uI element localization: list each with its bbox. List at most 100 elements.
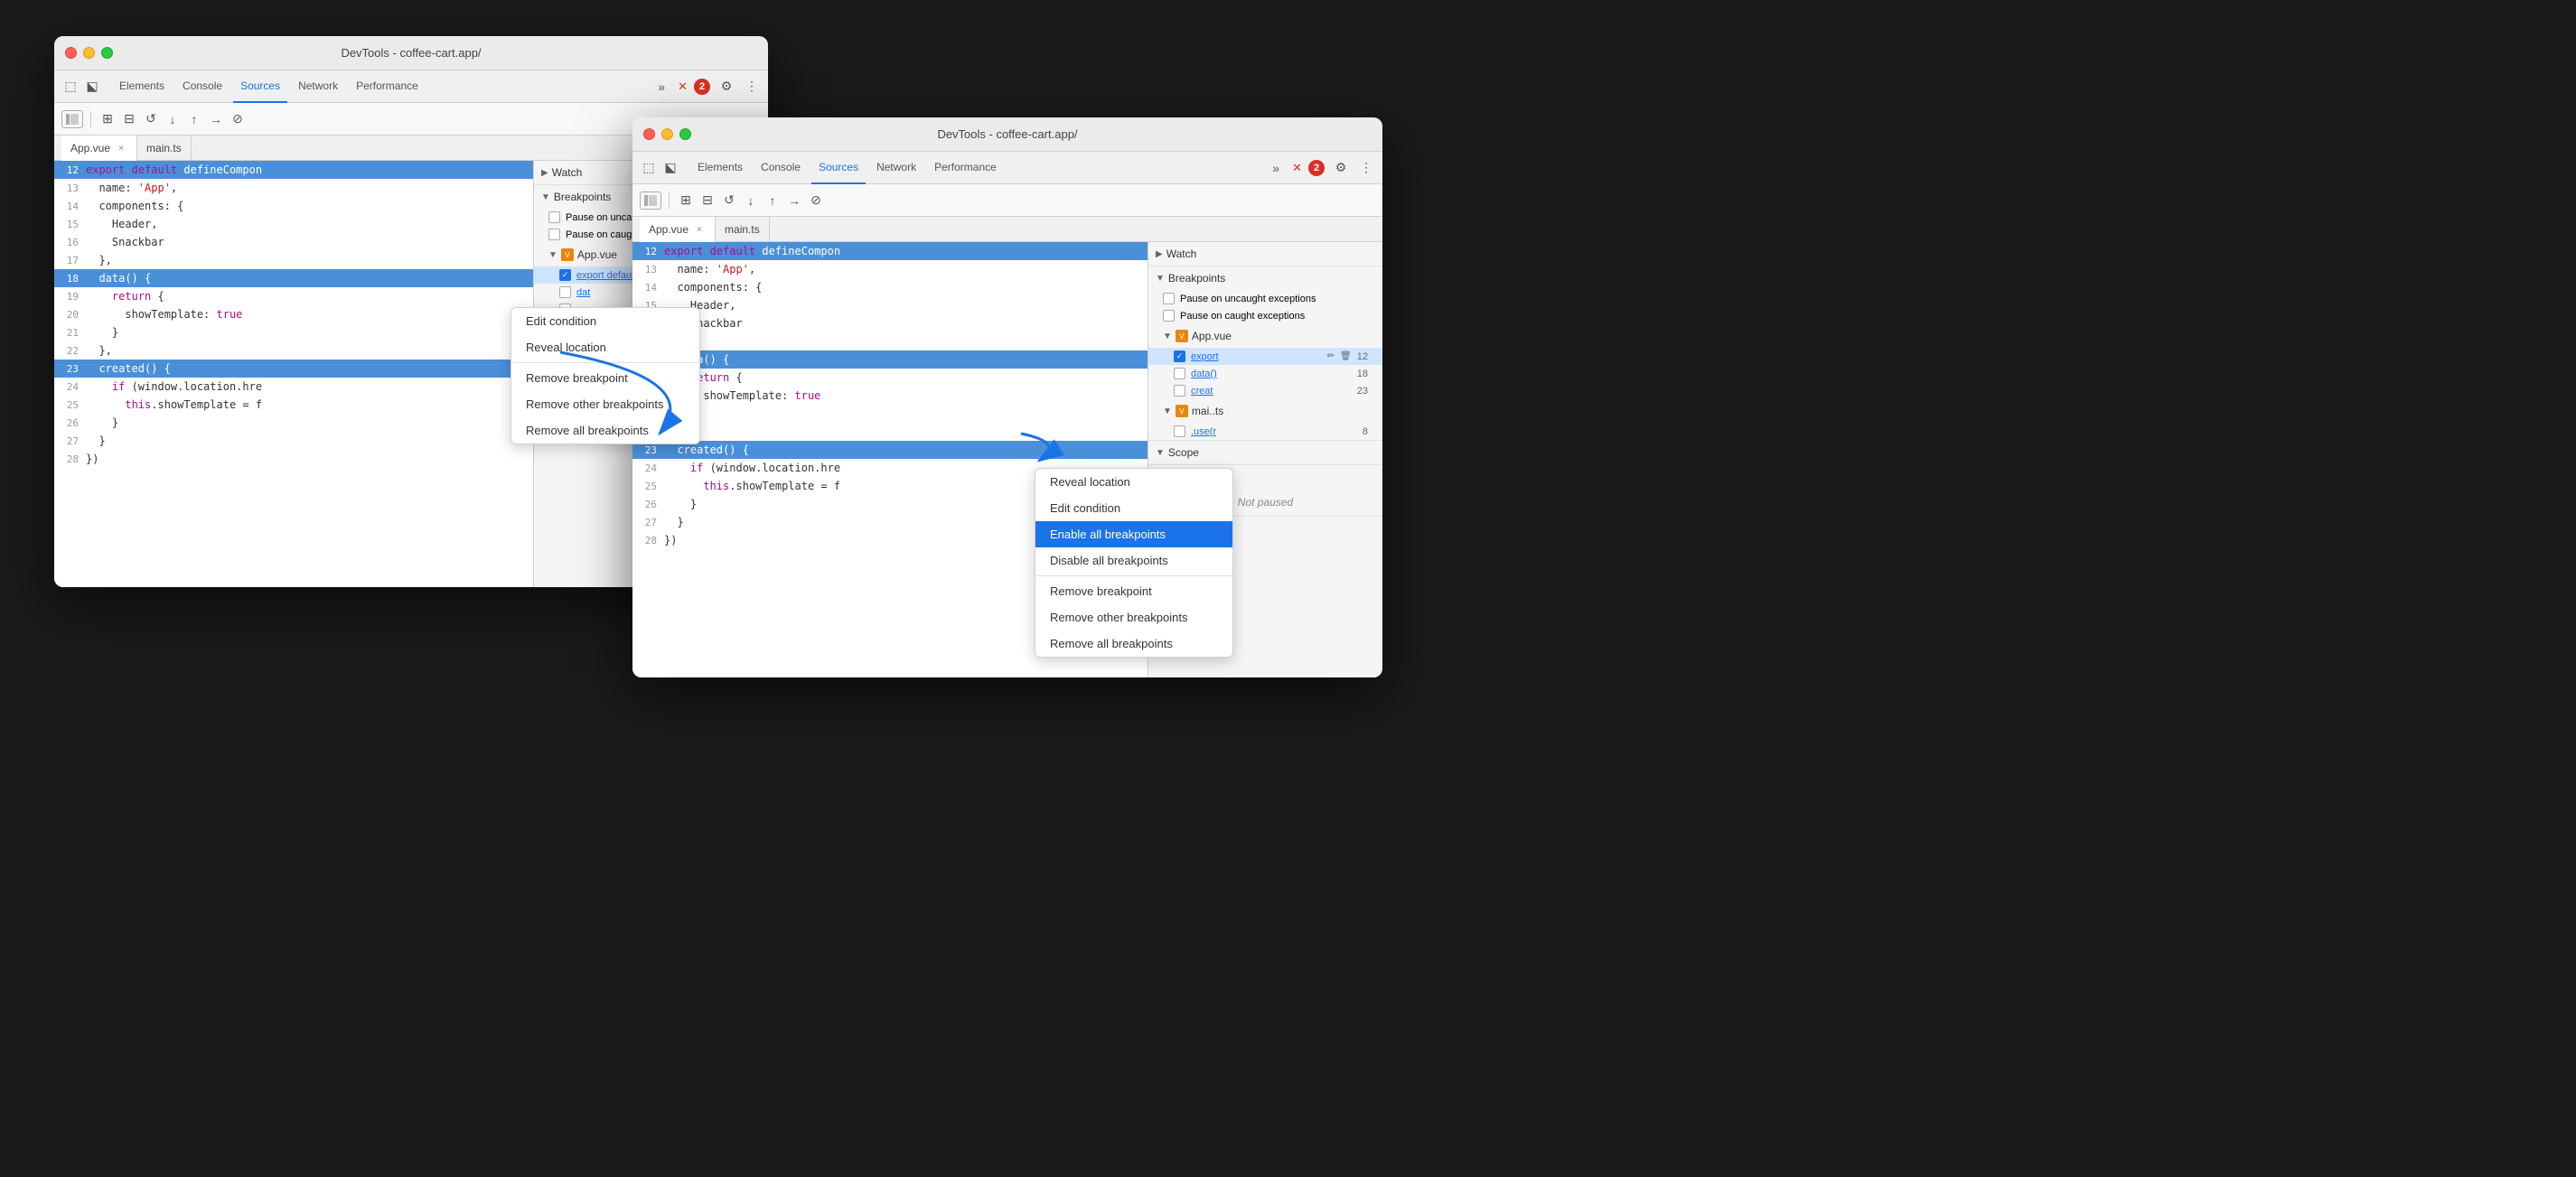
sidebar-toggle-front[interactable] xyxy=(640,191,661,210)
bp-item-3-front[interactable]: creat 23 xyxy=(1148,382,1382,399)
line-num-14-front: 14 xyxy=(632,282,664,294)
code-area-back[interactable]: 12 export default defineCompon 13 name: … xyxy=(54,161,533,587)
line-content-28-back: }) xyxy=(86,453,98,465)
scope-label-front: Scope xyxy=(1168,446,1199,459)
deactivate-icon[interactable]: ⊘ xyxy=(229,110,247,128)
window-title-back: DevTools - coffee-cart.app/ xyxy=(341,46,481,60)
file-tab-appvue-back[interactable]: App.vue × xyxy=(61,135,137,161)
code-line-13-front: 13 name: 'App', xyxy=(632,260,1147,278)
ctx-reveal-location-back[interactable]: Reveal location xyxy=(511,334,699,360)
step-into-icon[interactable]: ↑ xyxy=(185,110,203,128)
ctx-edit-condition-front[interactable]: Edit condition xyxy=(1035,495,1232,521)
close-button-front[interactable] xyxy=(643,128,655,140)
sep1-front xyxy=(669,192,670,209)
line-num-13-back: 13 xyxy=(54,182,86,194)
settings-icon-front[interactable]: ⚙ xyxy=(1332,159,1350,177)
tab-network-front[interactable]: Network xyxy=(869,152,923,184)
code-line-21-back: 21 } xyxy=(54,323,533,341)
ctx-remove-all-back[interactable]: Remove all breakpoints xyxy=(511,417,699,444)
file-tab-maints-back[interactable]: main.ts xyxy=(137,135,192,161)
ctx-disable-all-front[interactable]: Disable all breakpoints xyxy=(1035,547,1232,574)
step-out-icon-front[interactable]: → xyxy=(785,191,803,210)
ctx-remove-other-front[interactable]: Remove other breakpoints xyxy=(1035,604,1232,631)
main-bp-group-front[interactable]: ▼ V mai..ts xyxy=(1148,399,1382,423)
code-line-13-back: 13 name: 'App', xyxy=(54,179,533,197)
scope-header-front[interactable]: ▼ Scope xyxy=(1148,441,1382,464)
line-content-15-back: Header, xyxy=(86,218,157,230)
tab-sources-front[interactable]: Sources xyxy=(811,152,866,184)
pause-uncaught-cb-front[interactable] xyxy=(1163,293,1175,304)
line-num-12-front: 12 xyxy=(632,246,664,257)
pause-icon[interactable]: ↺ xyxy=(142,110,160,128)
close-button-back[interactable] xyxy=(65,47,77,59)
watch-section-front: ▶ Watch xyxy=(1148,242,1382,266)
tab-elements-back[interactable]: Elements xyxy=(112,70,172,103)
step-into-icon-front[interactable]: ↑ xyxy=(763,191,782,210)
step-over-icon[interactable]: ↓ xyxy=(164,110,182,128)
tab-performance-back[interactable]: Performance xyxy=(349,70,426,103)
tab-console-front[interactable]: Console xyxy=(754,152,808,184)
file-tab-appvue-close-back[interactable]: × xyxy=(115,142,127,154)
nav-tabs-back: Elements Console Sources Network Perform… xyxy=(105,70,433,103)
bp-cb-2-back[interactable] xyxy=(559,286,571,298)
ctx-remove-bp-front[interactable]: Remove breakpoint xyxy=(1035,578,1232,604)
bp-main-1-front[interactable]: .use(r 8 xyxy=(1148,423,1382,440)
bp-cb-1-back[interactable]: ✓ xyxy=(559,269,571,281)
file-tab-appvue-front[interactable]: App.vue × xyxy=(640,217,716,242)
ctx-remove-all-front[interactable]: Remove all breakpoints xyxy=(1035,631,1232,657)
toggle-icon-front[interactable]: ⊟ xyxy=(698,191,717,210)
line-content-20-back: showTemplate: true xyxy=(86,308,242,321)
edit-icon-front[interactable]: ✏ xyxy=(1327,351,1335,361)
maximize-button-back[interactable] xyxy=(101,47,113,59)
step-over-icon-front[interactable]: ↓ xyxy=(742,191,760,210)
line-num-23-back: 23 xyxy=(54,363,86,375)
toggle-icon[interactable]: ⊟ xyxy=(120,110,138,128)
device-icon-front[interactable]: ⬕ xyxy=(661,159,679,177)
appvue-bp-group-front[interactable]: ▼ V App.vue xyxy=(1148,324,1382,348)
file-tab-appvue-close-front[interactable]: × xyxy=(693,223,706,236)
bp-item-1-front[interactable]: ✓ export ✏ 🗑 12 xyxy=(1148,348,1382,365)
breakpoints-header-front[interactable]: ▼ Breakpoints xyxy=(1148,266,1382,290)
error-group-front: ✕ 2 xyxy=(1292,160,1325,176)
device-icon[interactable]: ⬕ xyxy=(83,78,101,96)
more-tabs-icon[interactable]: » xyxy=(652,78,670,96)
tab-elements-front[interactable]: Elements xyxy=(690,152,750,184)
pause-icon-front[interactable]: ↺ xyxy=(720,191,738,210)
more-tabs-icon-front[interactable]: » xyxy=(1267,159,1285,177)
format-icon[interactable]: ⊞ xyxy=(98,110,117,128)
more-icon-front[interactable]: ⋮ xyxy=(1357,159,1375,177)
inspect-icon-front[interactable]: ⬚ xyxy=(640,159,658,177)
tab-sources-back[interactable]: Sources xyxy=(233,70,287,103)
watch-header-front[interactable]: ▶ Watch xyxy=(1148,242,1382,266)
line-num-16-back: 16 xyxy=(54,237,86,248)
settings-icon[interactable]: ⚙ xyxy=(717,78,735,96)
deactivate-icon-front[interactable]: ⊘ xyxy=(807,191,825,210)
bp-cb-3-front[interactable] xyxy=(1174,385,1185,397)
pause-caught-cb-front[interactable] xyxy=(1163,310,1175,322)
file-tab-maints-front[interactable]: main.ts xyxy=(716,217,770,242)
bp-main-cb-1-front[interactable] xyxy=(1174,425,1185,437)
tab-performance-front[interactable]: Performance xyxy=(927,152,1004,184)
bp-cb-1-front[interactable]: ✓ xyxy=(1174,350,1185,362)
minimize-button-back[interactable] xyxy=(83,47,95,59)
minimize-button-front[interactable] xyxy=(661,128,673,140)
ctx-enable-all-front[interactable]: Enable all breakpoints xyxy=(1035,521,1232,547)
sidebar-toggle-back[interactable] xyxy=(61,110,83,128)
pause-caught-cb-back[interactable] xyxy=(548,229,560,240)
more-icon[interactable]: ⋮ xyxy=(743,78,761,96)
step-out-icon[interactable]: → xyxy=(207,110,225,128)
format-icon-front[interactable]: ⊞ xyxy=(677,191,695,210)
nav-toolbar-front: ⬚ ⬕ Elements Console Sources Network Per… xyxy=(632,152,1382,184)
ctx-reveal-location-front[interactable]: Reveal location xyxy=(1035,469,1232,495)
maximize-button-front[interactable] xyxy=(679,128,691,140)
tab-network-back[interactable]: Network xyxy=(291,70,345,103)
bp-item-2-front[interactable]: data() 18 xyxy=(1148,365,1382,382)
inspect-icon[interactable]: ⬚ xyxy=(61,78,80,96)
bp-cb-2-front[interactable] xyxy=(1174,368,1185,379)
ctx-edit-condition-back[interactable]: Edit condition xyxy=(511,308,699,334)
ctx-remove-other-back[interactable]: Remove other breakpoints xyxy=(511,391,699,417)
delete-icon-front[interactable]: 🗑 xyxy=(1340,351,1352,361)
ctx-remove-bp-back[interactable]: Remove breakpoint xyxy=(511,365,699,391)
tab-console-back[interactable]: Console xyxy=(175,70,229,103)
pause-uncaught-cb-back[interactable] xyxy=(548,211,560,223)
